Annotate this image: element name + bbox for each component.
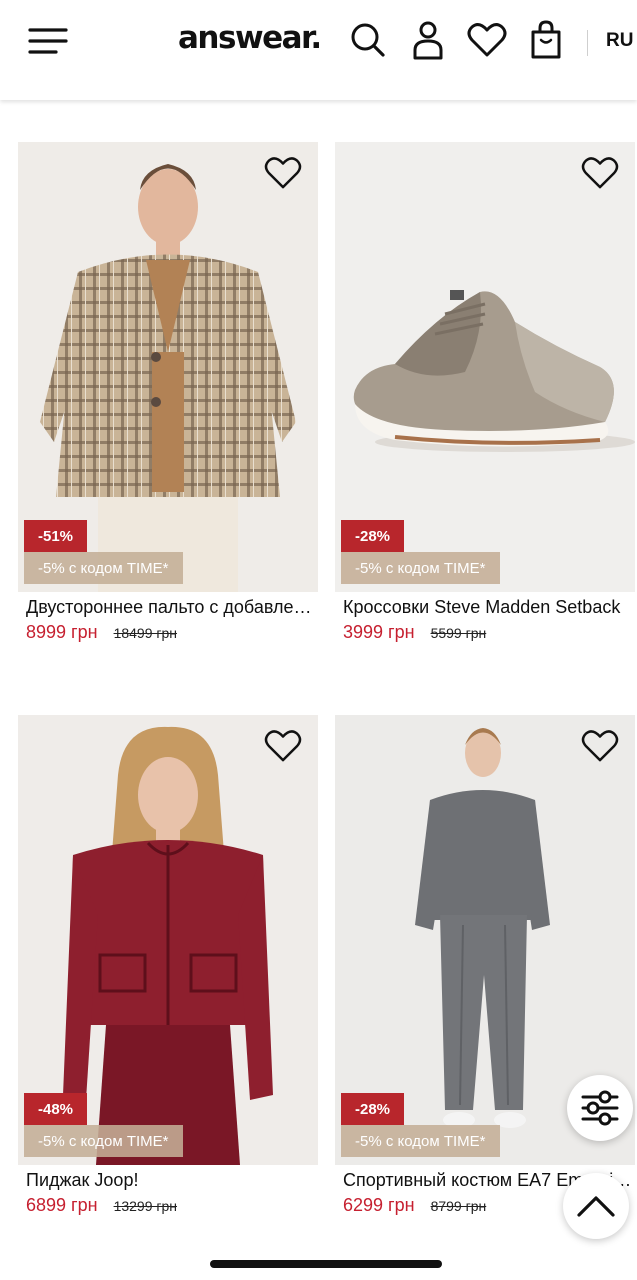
old-price: 13299 грн [113, 1198, 178, 1214]
product-card[interactable]: -51% -5% с кодом TIME* Двустороннее паль… [18, 142, 318, 642]
promo-code-badge: -5% с кодом TIME* [24, 1125, 183, 1157]
promo-code-badge: -5% с кодом TIME* [24, 552, 183, 584]
product-title[interactable]: Двустороннее пальто с добавлением шерсти [26, 597, 316, 618]
heart-icon [467, 23, 507, 57]
current-price: 6299 грн [343, 1195, 415, 1215]
price-row: 3999 грн 5599 грн [343, 622, 486, 643]
filter-button[interactable] [567, 1075, 633, 1141]
product-image[interactable]: -51% -5% с кодом TIME* [18, 142, 318, 592]
product-image[interactable]: -28% -5% с кодом TIME* [335, 142, 635, 592]
heart-icon [581, 157, 619, 189]
home-indicator [210, 1260, 442, 1268]
discount-badge: -28% [341, 520, 405, 552]
search-icon [351, 23, 385, 57]
account-icon [413, 21, 443, 60]
product-title[interactable]: Пиджак Joop! [26, 1170, 316, 1191]
price-row: 6299 грн 8799 грн [343, 1195, 486, 1216]
product-card[interactable]: -48% -5% с кодом TIME* Пиджак Joop! 6899… [18, 715, 318, 1215]
promo-code-badge: -5% с кодом TIME* [341, 1125, 500, 1157]
heart-icon [264, 157, 302, 189]
chevron-up-icon [577, 1196, 615, 1217]
menu-button[interactable] [24, 22, 72, 60]
brand-logo[interactable]: answear. [178, 20, 322, 56]
top-header: answear. RU [0, 0, 637, 100]
promo-code-badge: -5% с кодом TIME* [341, 552, 500, 584]
wishlist-toggle[interactable] [264, 729, 302, 765]
search-button[interactable] [348, 18, 388, 62]
cart-button[interactable] [526, 18, 566, 62]
heart-icon [581, 730, 619, 762]
account-button[interactable] [408, 18, 448, 62]
product-image[interactable]: -48% -5% с кодом TIME* [18, 715, 318, 1165]
price-row: 6899 грн 13299 грн [26, 1195, 177, 1216]
heart-icon [264, 730, 302, 762]
discount-badge: -48% [24, 1093, 88, 1125]
current-price: 3999 грн [343, 622, 415, 642]
discount-badge: -51% [24, 520, 88, 552]
old-price: 8799 грн [430, 1198, 487, 1214]
menu-icon [28, 28, 68, 54]
shopping-bag-icon [531, 20, 561, 59]
old-price: 5599 грн [430, 625, 487, 641]
filter-sliders-icon [581, 1090, 619, 1126]
scroll-to-top-button[interactable] [563, 1173, 629, 1239]
product-card[interactable]: -28% -5% с кодом TIME* Кроссовки Steve M… [335, 142, 635, 642]
header-divider [587, 30, 588, 56]
language-switch[interactable]: RU [606, 30, 633, 52]
discount-badge: -28% [341, 1093, 405, 1125]
old-price: 18499 грн [113, 625, 178, 641]
product-title[interactable]: Кроссовки Steve Madden Setback [343, 597, 633, 618]
wishlist-toggle[interactable] [581, 729, 619, 765]
current-price: 8999 грн [26, 622, 98, 642]
wishlist-toggle[interactable] [264, 156, 302, 192]
price-row: 8999 грн 18499 грн [26, 622, 177, 643]
wishlist-toggle[interactable] [581, 156, 619, 192]
wishlist-button[interactable] [464, 18, 510, 62]
current-price: 6899 грн [26, 1195, 98, 1215]
